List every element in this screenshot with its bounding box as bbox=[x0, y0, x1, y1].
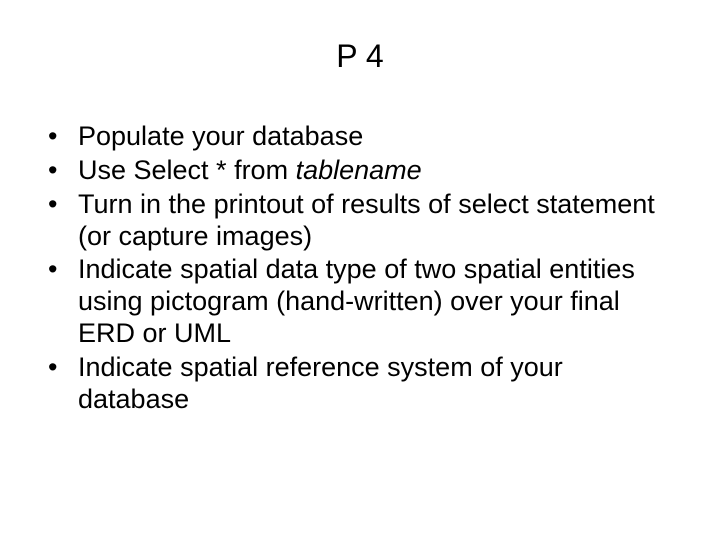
slide: P 4 Populate your database Use Select * … bbox=[0, 0, 720, 540]
list-item: Turn in the printout of results of selec… bbox=[44, 189, 676, 253]
bullet-text: Indicate spatial data type of two spatia… bbox=[78, 254, 635, 348]
list-item: Indicate spatial reference system of you… bbox=[44, 352, 676, 416]
list-item: Use Select * from tablename bbox=[44, 155, 676, 187]
list-item: Indicate spatial data type of two spatia… bbox=[44, 254, 676, 350]
bullet-text-italic: tablename bbox=[296, 155, 422, 185]
bullet-list: Populate your database Use Select * from… bbox=[36, 121, 684, 416]
bullet-text: Use Select * from bbox=[78, 155, 296, 185]
slide-title: P 4 bbox=[36, 38, 684, 75]
bullet-text: Indicate spatial reference system of you… bbox=[78, 352, 563, 414]
list-item: Populate your database bbox=[44, 121, 676, 153]
bullet-text: Populate your database bbox=[78, 121, 363, 151]
bullet-text: Turn in the printout of results of selec… bbox=[78, 189, 655, 251]
